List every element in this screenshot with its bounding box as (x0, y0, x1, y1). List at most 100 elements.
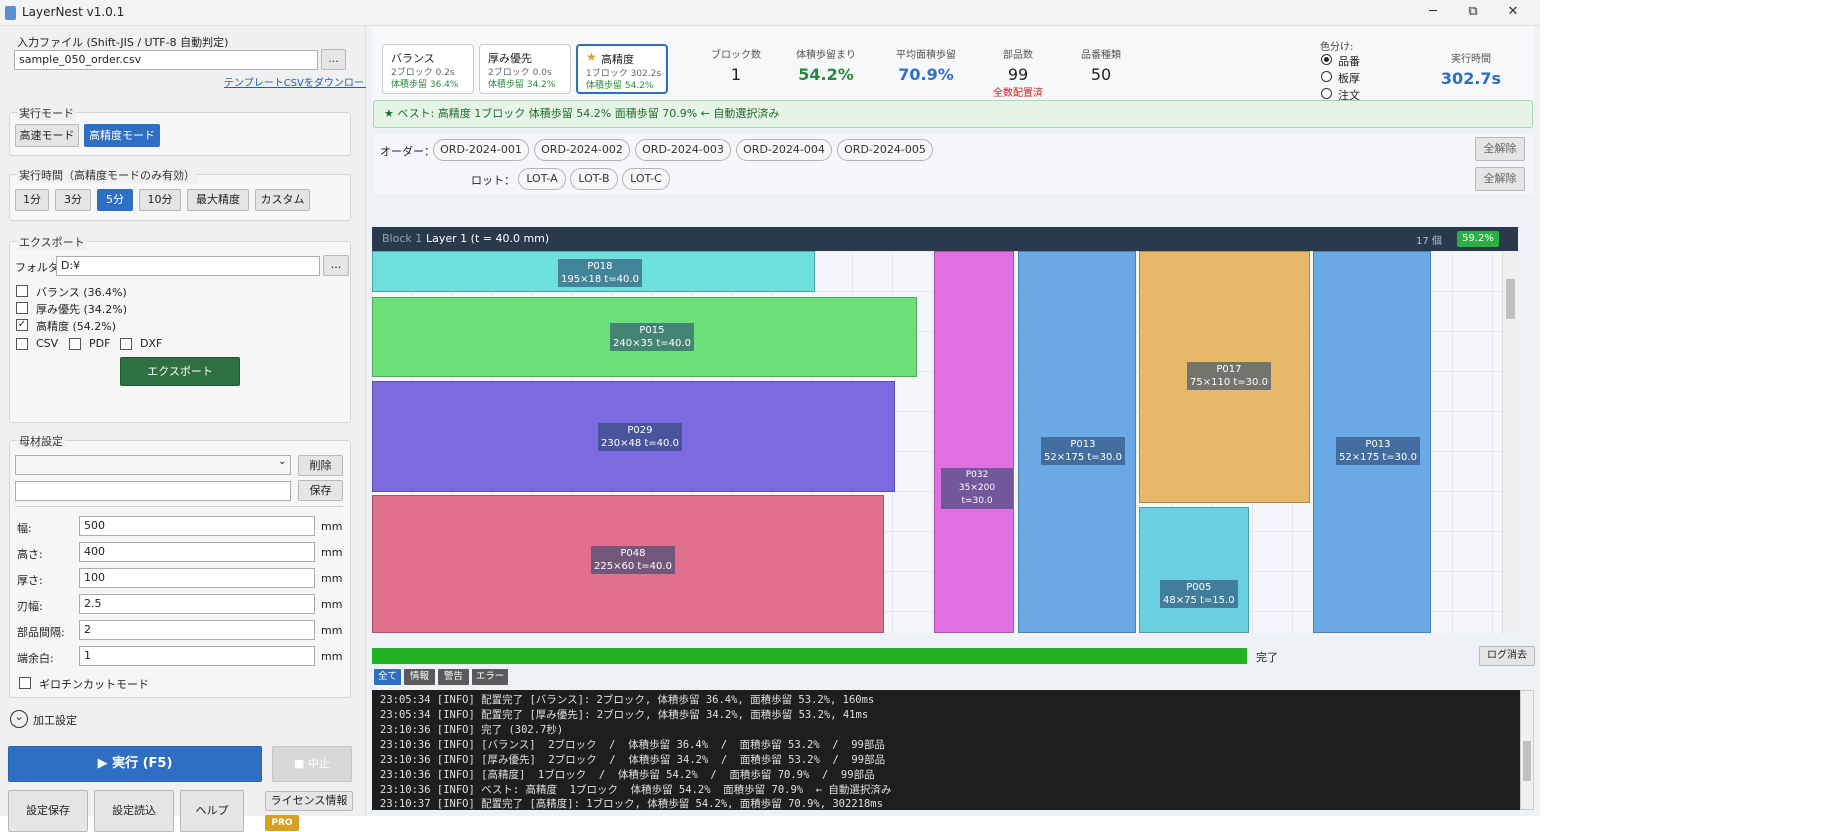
block-label: Block 1 (382, 232, 423, 245)
material-select[interactable] (15, 455, 291, 475)
filter-info-tab[interactable]: 情報 (404, 669, 435, 685)
run-button[interactable]: ▶ 実行 (F5) (8, 746, 262, 782)
maximize-icon[interactable]: ⧉ (1453, 1, 1493, 23)
clear-log-button[interactable]: ログ消去 (1479, 646, 1535, 666)
time-option[interactable]: 10分 (139, 189, 181, 211)
lot-chip[interactable]: LOT-A (518, 168, 566, 190)
order-chip[interactable]: ORD-2024-002 (534, 139, 630, 161)
card-yield: 体積歩留 54.2% (586, 81, 654, 91)
filter-error-tab[interactable]: エラー (472, 669, 508, 685)
minimize-icon[interactable]: ─ (1413, 1, 1453, 23)
close-icon[interactable]: ✕ (1493, 1, 1533, 23)
export-thickness-checkbox[interactable] (16, 302, 28, 314)
order-chip[interactable]: ORD-2024-001 (433, 139, 529, 161)
material-delete-button[interactable]: 削除 (298, 455, 343, 476)
fast-mode-button[interactable]: 高速モード (15, 124, 79, 147)
time-option[interactable]: 1分 (15, 189, 49, 211)
part-piece[interactable]: P032 35×200 t=30.0 (934, 251, 1014, 633)
colorby-radio-selected[interactable] (1321, 54, 1332, 65)
precise-mode-button[interactable]: 高精度モード (84, 124, 160, 147)
result-card-balance[interactable]: バランス 2ブロック 0.2s 体積歩留 36.4% (382, 44, 474, 94)
time-option[interactable]: 3分 (55, 189, 91, 211)
log-line: 23:05:34 [INFO] 配置完了 [厚み優先]: 2ブロック, 体積歩留… (380, 709, 869, 721)
lot-chip[interactable]: LOT-C (622, 168, 670, 190)
material-name-field[interactable] (15, 481, 291, 501)
log-line: 23:10:36 [INFO] [厚み優先] 2ブロック / 体積歩留 34.2… (380, 754, 886, 766)
pro-badge: PRO (265, 815, 299, 831)
height-field[interactable]: 400 (79, 542, 315, 562)
format-pdf-checkbox[interactable] (69, 338, 81, 350)
part-piece[interactable]: P048 225×60 t=40.0 (372, 495, 884, 633)
layout-canvas[interactable]: P018 195×18 t=40.0 P015 240×35 t=40.0 P029… (372, 251, 1502, 633)
colorby-radio[interactable] (1321, 88, 1332, 99)
card-yield: 体積歩留 36.4% (391, 80, 459, 90)
order-chip[interactable]: ORD-2024-005 (837, 139, 933, 161)
folder-field[interactable]: D:¥ (56, 256, 320, 276)
stat-blocks: ブロック数 1 (696, 46, 776, 84)
license-button[interactable]: ライセンス情報 (265, 791, 353, 811)
thickness-field[interactable]: 100 (79, 568, 315, 588)
material-save-button[interactable]: 保存 (298, 480, 343, 501)
part-piece[interactable]: P029 230×48 t=40.0 (372, 381, 895, 492)
order-chip[interactable]: ORD-2024-004 (736, 139, 832, 161)
part-piece[interactable]: P018 195×18 t=40.0 (372, 251, 815, 292)
stat-value: 50 (1090, 65, 1112, 84)
part-label: P017 75×110 t=30.0 (1187, 362, 1271, 390)
order-chip[interactable]: ORD-2024-003 (635, 139, 731, 161)
folder-browse-button[interactable]: ... (323, 255, 349, 276)
runtime-stat: 実行時間 302.7s (1421, 50, 1521, 88)
part-label: P018 195×18 t=40.0 (558, 259, 642, 287)
format-csv-checkbox[interactable] (16, 338, 28, 350)
time-option[interactable]: カスタム (255, 189, 310, 211)
input-file-group: 入力ファイル (Shift-JIS / UTF-8 自動判定) sample_0… (9, 36, 374, 89)
format-dxf-checkbox[interactable] (120, 338, 132, 350)
log-scrollbar[interactable] (1520, 690, 1534, 810)
part-piece[interactable]: P013 52×175 t=30.0 (1313, 251, 1431, 633)
time-option[interactable]: 最大精度 (187, 189, 249, 211)
processing-label[interactable]: 加工設定 (33, 712, 77, 728)
save-settings-button[interactable]: 設定保存 (8, 790, 88, 832)
lots-label: ロット： (471, 174, 515, 187)
orders-clear-button[interactable]: 全解除 (1475, 137, 1525, 161)
spacing-field[interactable]: 2 (79, 620, 315, 640)
time-label: 実行時間（高精度モードのみ有効） (17, 167, 197, 183)
part-piece[interactable]: P017 75×110 t=30.0 (1139, 251, 1310, 503)
part-piece[interactable]: P005 48×75 t=15.0 (1139, 507, 1249, 633)
part-piece[interactable]: P015 240×35 t=40.0 (372, 297, 917, 377)
load-settings-button[interactable]: 設定読込 (94, 790, 174, 832)
colorby-radio[interactable] (1321, 71, 1332, 82)
filter-warning-tab[interactable]: 警告 (438, 669, 469, 685)
unit-label: mm (321, 650, 343, 663)
result-card-thickness[interactable]: 厚み優先 2ブロック 0.0s 体積歩留 34.2% (479, 44, 571, 94)
unit-label: mm (321, 598, 343, 611)
format-dxf-label: DXF (140, 337, 163, 350)
part-label: P032 35×200 t=30.0 (941, 468, 1013, 509)
margin-field[interactable]: 1 (79, 646, 315, 666)
input-file-field[interactable]: sample_050_order.csv (14, 50, 318, 70)
template-download-link[interactable]: テンプレートCSVをダウンロード (224, 74, 374, 89)
kerf-field[interactable]: 2.5 (79, 594, 315, 614)
guillotine-checkbox[interactable] (19, 677, 31, 689)
stop-button[interactable]: ■ 中止 (272, 746, 352, 782)
best-banner: ★ ベスト: 高精度 1ブロック 体積歩留 54.2% 面積歩留 70.9% ←… (373, 100, 1533, 128)
filter-all-tab[interactable]: 全て (374, 669, 401, 685)
time-option-selected[interactable]: 5分 (97, 189, 133, 211)
mode-label: 実行モード (17, 105, 76, 121)
chevron-down-icon: ⌄ (278, 456, 287, 467)
width-field[interactable]: 500 (79, 516, 315, 536)
part-piece[interactable]: P013 52×175 t=30.0 (1018, 251, 1136, 633)
expand-icon[interactable]: ⌄ (10, 710, 28, 728)
result-card-precise[interactable]: 高精度 ★ 1ブロック 302.2s 体積歩留 54.2% (576, 44, 668, 94)
format-pdf-label: PDF (89, 337, 111, 350)
help-button[interactable]: ヘルプ (180, 790, 244, 832)
lot-chip[interactable]: LOT-B (570, 168, 618, 190)
lots-clear-button[interactable]: 全解除 (1475, 167, 1525, 191)
layout-scrollbar[interactable] (1502, 251, 1518, 633)
export-precise-checkbox[interactable]: ✓ (16, 319, 28, 331)
unit-label: mm (321, 624, 343, 637)
export-balance-checkbox[interactable] (16, 285, 28, 297)
log-line: 23:10:37 [INFO] 配置完了 [高精度]: 1ブロック, 体積歩留 … (380, 798, 883, 810)
export-button[interactable]: エクスポート (120, 357, 240, 386)
log-console[interactable]: 23:05:34 [INFO] 配置完了 [バランス]: 2ブロック, 体積歩留… (372, 690, 1520, 810)
input-browse-button[interactable]: ... (321, 49, 346, 70)
